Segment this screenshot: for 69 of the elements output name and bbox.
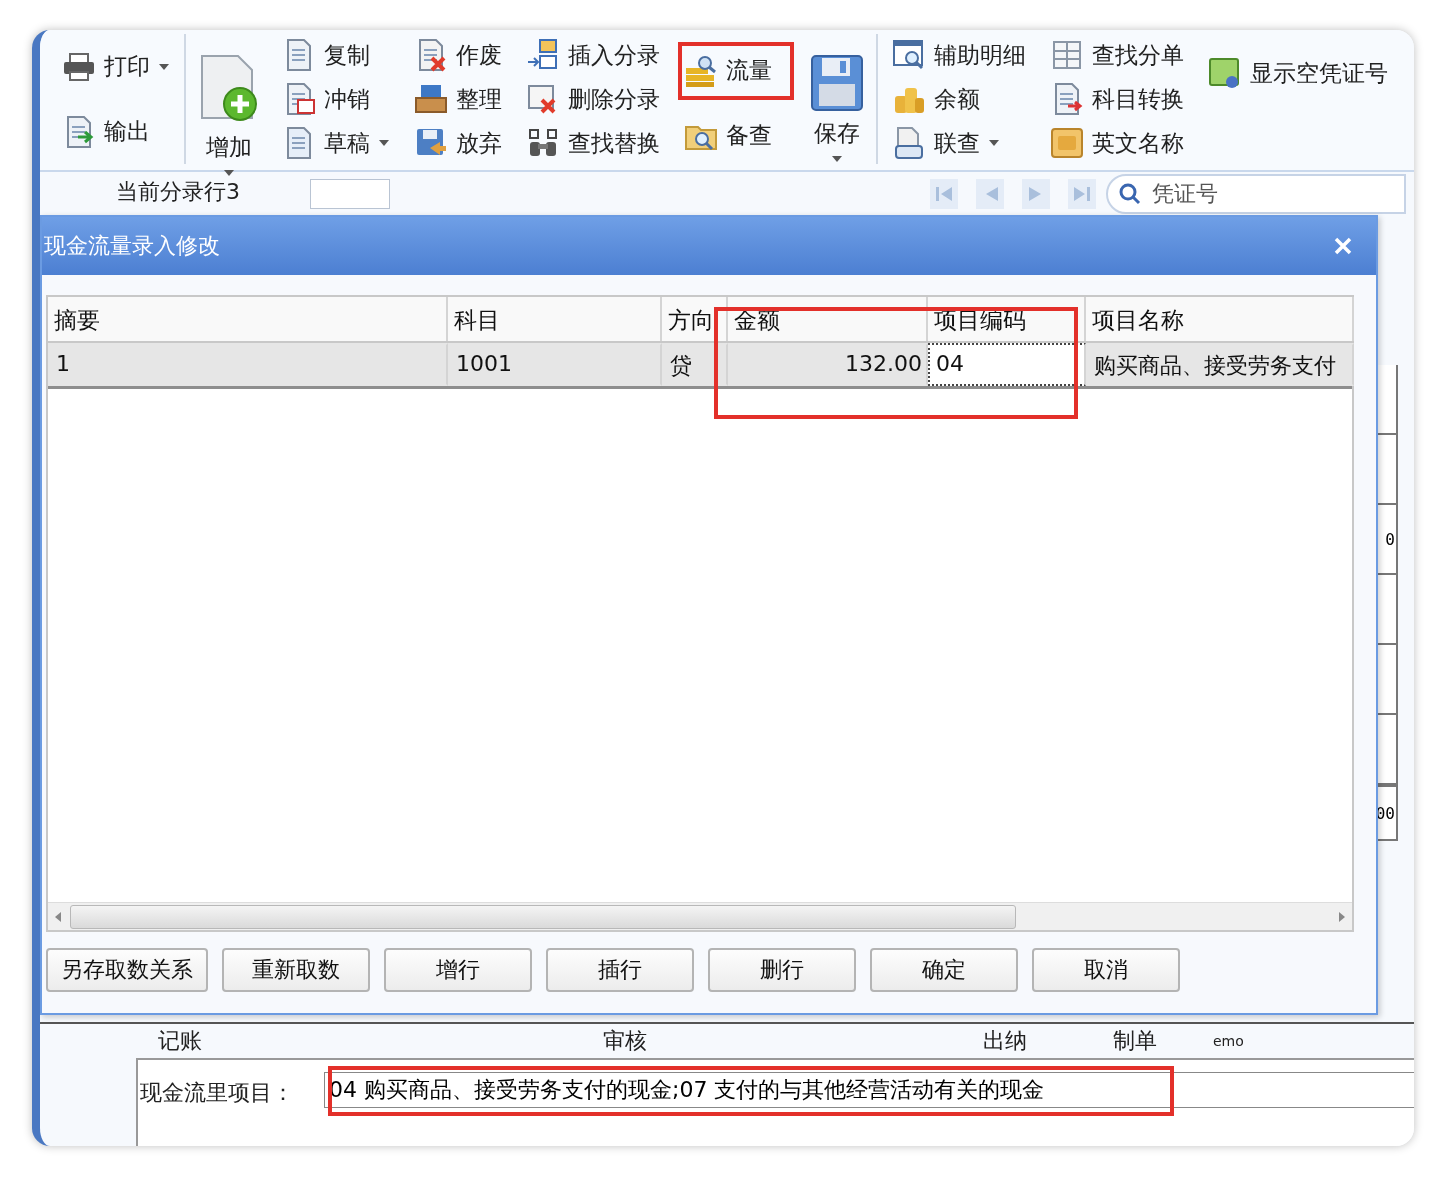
card-icon [1208, 56, 1242, 90]
search-field[interactable]: 凭证号 [1106, 173, 1406, 214]
signature-label: 制单 [1113, 1027, 1158, 1055]
caret-icon [158, 62, 170, 71]
toolbar-button[interactable]: 英文名称 [1044, 122, 1190, 164]
search-icon [1118, 181, 1142, 206]
toolbar-button[interactable]: 冲销 [276, 78, 396, 120]
toolbar-button[interactable]: 辅助明细 [886, 34, 1032, 76]
caret-icon [378, 139, 390, 147]
column-header[interactable]: 项目名称 [1086, 297, 1354, 341]
badge-icon [1050, 126, 1084, 160]
toolbar-button[interactable]: 显示空凭证号 [1202, 52, 1394, 94]
signature-label: 记账 [158, 1027, 203, 1055]
scrollbar-thumb[interactable] [70, 904, 1016, 929]
column-header[interactable]: 金额 [728, 297, 928, 341]
dialog-button[interactable]: 确定 [870, 948, 1018, 992]
toolbar-button[interactable]: 打印 [56, 45, 176, 88]
toolbar-button[interactable]: 查找替换 [520, 122, 666, 164]
toolbar-button[interactable]: 插入分录 [520, 34, 666, 76]
grid-icon [1050, 38, 1084, 72]
caret-icon [831, 155, 843, 163]
cash-flow-label: 现金流里项目： [140, 1079, 294, 1107]
signature-label: 出纳 [983, 1027, 1028, 1055]
toolbar-button[interactable]: 保存 [806, 52, 868, 165]
toolbar-button[interactable]: 删除分录 [520, 78, 666, 120]
insert-row-icon [526, 38, 560, 72]
input-field[interactable] [310, 178, 390, 209]
scroll-right-icon[interactable] [1338, 910, 1346, 923]
dialog-button[interactable]: 取消 [1032, 948, 1180, 992]
table-cell: 04 [928, 343, 1086, 386]
toolbar-button[interactable]: 输出 [56, 110, 176, 153]
toolbar-button[interactable]: 增加 [194, 52, 264, 179]
linked-document-icon [892, 126, 926, 160]
column-header[interactable]: 摘要 [48, 297, 448, 341]
toolbar-button[interactable]: 查找分单 [1044, 34, 1190, 76]
column-header[interactable]: 科目 [448, 297, 662, 341]
coins-magnifier-icon [684, 53, 718, 88]
dialog-button[interactable]: 重新取数 [222, 948, 370, 992]
toolbar-button[interactable]: 整理 [408, 78, 508, 120]
window-search-icon [892, 38, 926, 72]
tray-icon [414, 82, 448, 116]
toolbar-button[interactable]: 余额 [886, 78, 1032, 120]
toolbar-button[interactable]: 联查 [886, 122, 1032, 164]
dialog-button[interactable]: 增行 [384, 948, 532, 992]
dialog-button[interactable]: 删行 [708, 948, 856, 992]
dialog-button[interactable]: 插行 [546, 948, 694, 992]
column-header[interactable]: 方向 [662, 297, 728, 341]
toolbar-button[interactable]: 流量 [678, 41, 794, 100]
dialog-button[interactable]: 另存取数关系 [46, 948, 208, 992]
signature-label: emo [1213, 1033, 1245, 1049]
first-icon[interactable] [930, 178, 958, 209]
signature-label: 审核 [603, 1027, 648, 1055]
toolbar-button[interactable]: 放弃 [408, 122, 508, 164]
toolbar-button[interactable]: 备查 [678, 114, 794, 157]
toolbar-button[interactable]: 科目转换 [1044, 78, 1190, 120]
entry-row-label: 当前分录行3 [116, 177, 240, 206]
toolbar-button[interactable]: 草稿 [276, 122, 396, 164]
toolbar-button[interactable]: 复制 [276, 34, 396, 76]
scroll-left-icon[interactable] [54, 910, 62, 923]
toolbar-button[interactable]: 作废 [408, 34, 508, 76]
previous-icon[interactable] [976, 178, 1004, 209]
dialog-title: 现金流量录入修改 [44, 232, 220, 260]
table-row[interactable]: 1 1001 贷 132.00 04 购买商品、接受劳务支付 [48, 343, 1352, 389]
next-icon[interactable] [1022, 178, 1050, 209]
close-icon [1334, 237, 1352, 255]
caret-icon [988, 139, 1000, 147]
last-icon[interactable] [1068, 178, 1096, 209]
caret-icon [223, 169, 235, 177]
horizontal-scrollbar[interactable] [48, 902, 1352, 930]
